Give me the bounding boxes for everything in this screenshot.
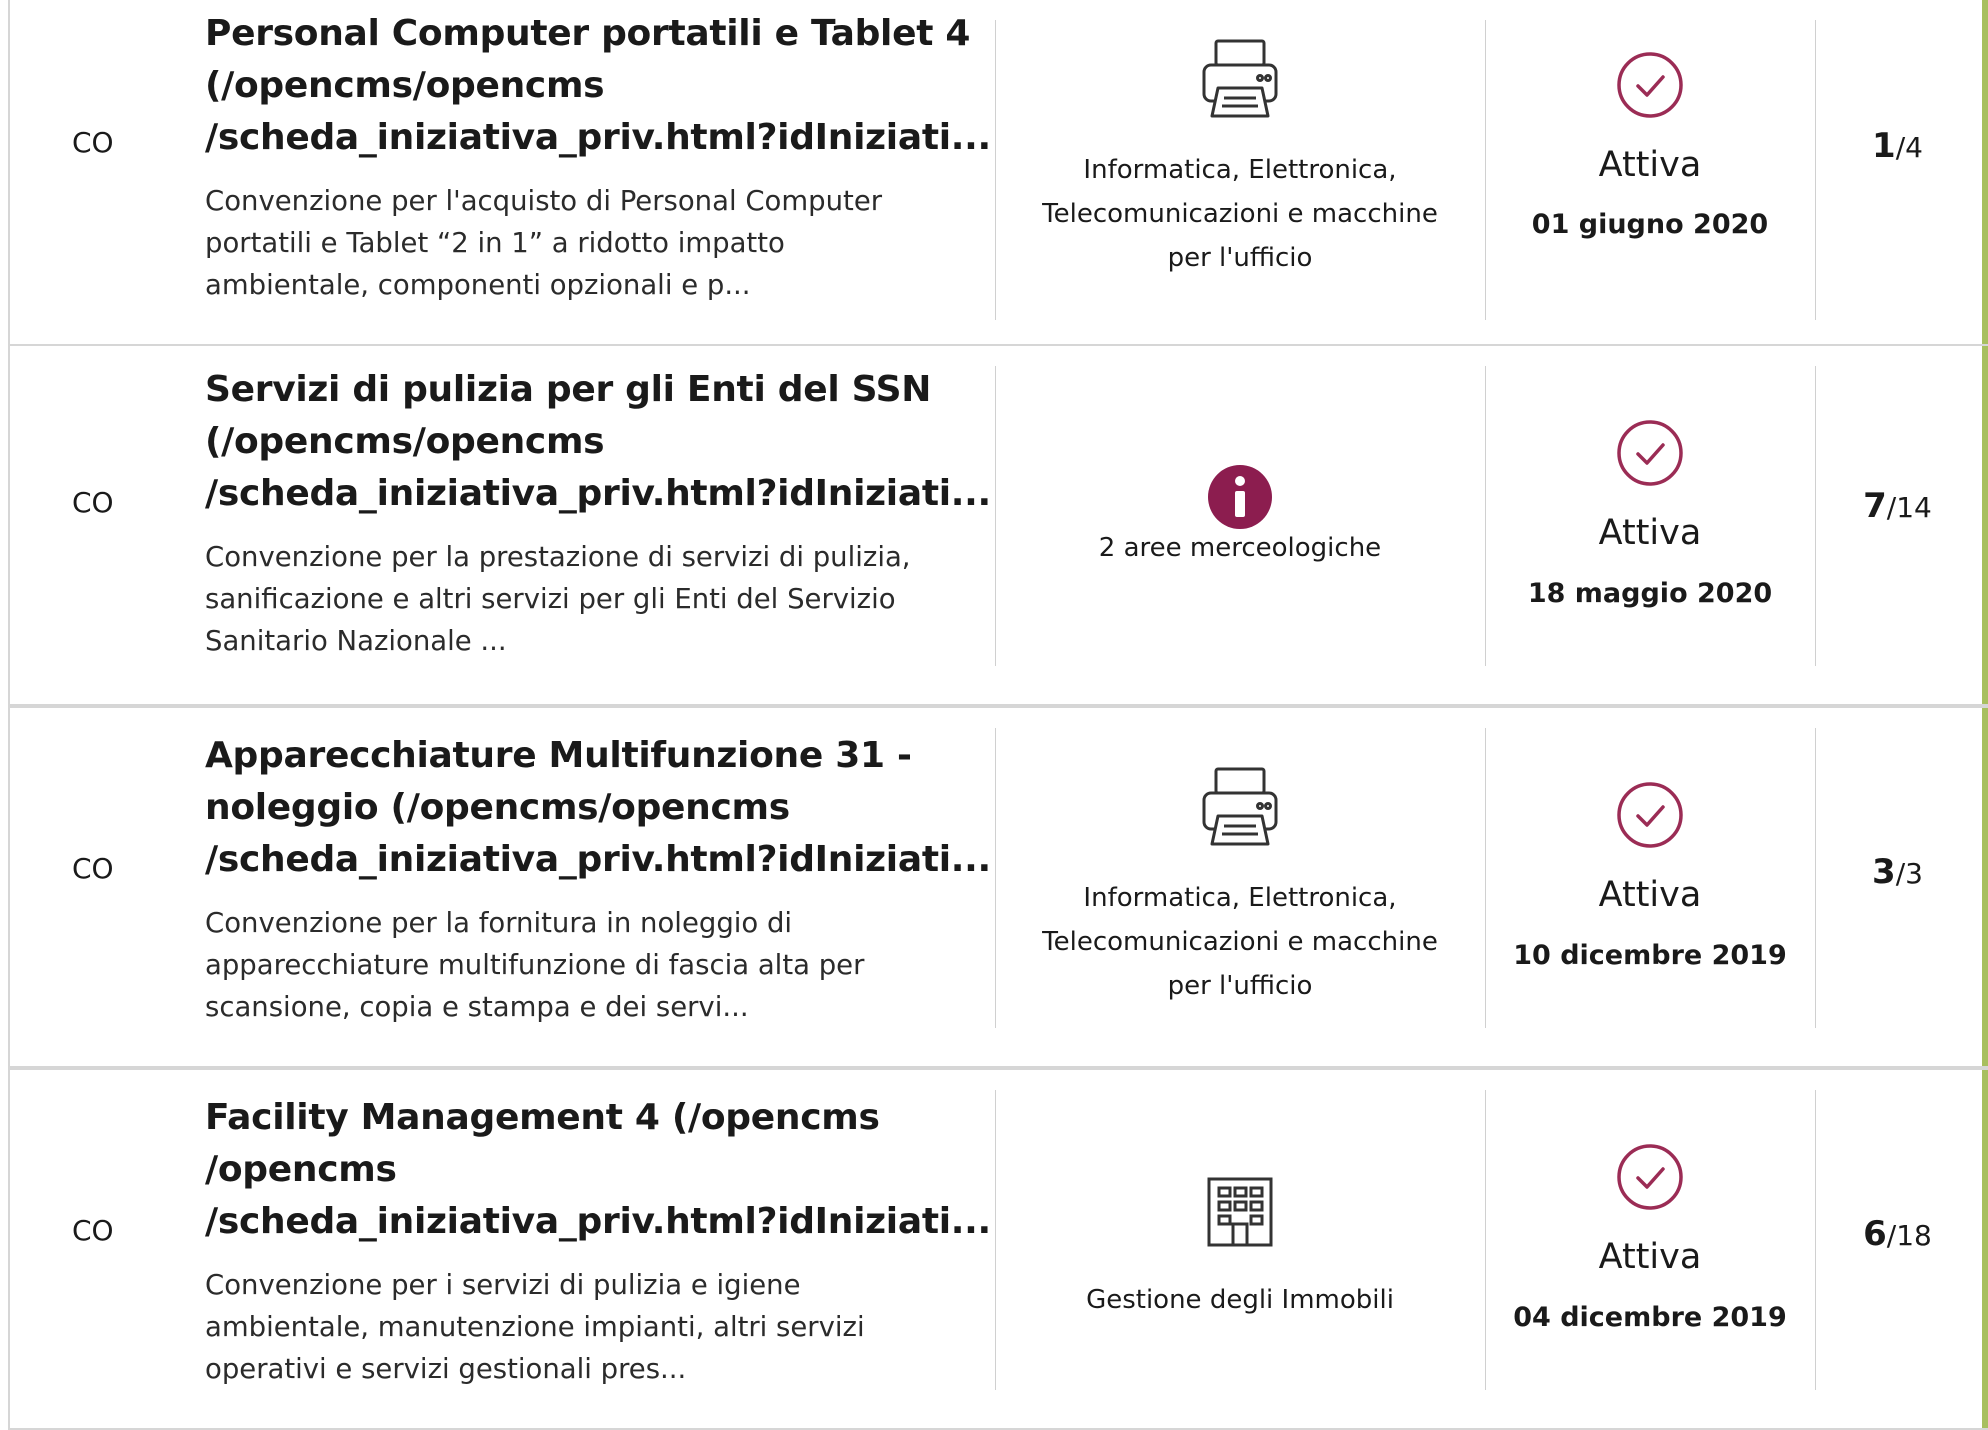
- count-column: 6/18: [1815, 1070, 1980, 1428]
- status-label: Attiva: [1598, 1237, 1702, 1277]
- printer-icon: [1200, 38, 1280, 124]
- count-badge: 6/18: [1815, 1214, 1980, 1256]
- count-total: /4: [1895, 131, 1923, 164]
- initiative-title-link[interactable]: Servizi di pulizia per gli Enti del SSN …: [205, 364, 995, 520]
- initiative-type-code: CO: [72, 1214, 114, 1247]
- count-current: 7: [1863, 486, 1887, 526]
- info-icon: [1207, 464, 1273, 534]
- status-date: 18 maggio 2020: [1527, 578, 1773, 609]
- status-label: Attiva: [1598, 513, 1702, 553]
- count-current: 1: [1872, 126, 1896, 166]
- initiative-description: Convenzione per l'acquisto di Personal C…: [205, 185, 883, 301]
- printer-icon: [1200, 766, 1280, 852]
- count-badge: 3/3: [1815, 852, 1980, 894]
- category-column: 2 aree merceologiche: [995, 346, 1485, 704]
- initiative-card: CO Apparecchiature Multifunzione 31 - no…: [8, 706, 1988, 1068]
- status-label: Attiva: [1598, 875, 1702, 915]
- initiative-type-code: CO: [72, 126, 114, 159]
- count-column: 7/14: [1815, 346, 1980, 704]
- category-label: 2 aree merceologiche: [1098, 533, 1382, 563]
- check-circle-icon: [1615, 50, 1685, 124]
- initiative-title-link[interactable]: Facility Management 4 (/opencms /opencms…: [205, 1092, 995, 1248]
- initiative-card: CO Facility Management 4 (/opencms /open…: [8, 1068, 1988, 1430]
- count-column: 1/4: [1815, 0, 1980, 358]
- initiative-title-link[interactable]: Personal Computer portatili e Tablet 4 (…: [205, 8, 995, 164]
- status-column: Attiva 01 giugno 2020: [1485, 0, 1815, 358]
- initiative-card: CO Servizi di pulizia per gli Enti del S…: [8, 344, 1988, 706]
- building-icon: [1206, 1176, 1274, 1252]
- initiative-description: Convenzione per la prestazione di serviz…: [205, 541, 911, 657]
- initiative-title-link[interactable]: Apparecchiature Multifunzione 31 - noleg…: [205, 730, 995, 886]
- category-label: Gestione degli Immobili: [1086, 1285, 1394, 1315]
- check-circle-icon: [1615, 780, 1685, 854]
- count-current: 6: [1863, 1214, 1887, 1254]
- initiative-card: CO Personal Computer portatili e Tablet …: [8, 0, 1988, 360]
- count-badge: 7/14: [1815, 486, 1980, 528]
- check-circle-icon: [1615, 1142, 1685, 1216]
- category-label: Informatica, Elettronica, Telecomunicazi…: [1042, 155, 1438, 273]
- initiative-type-code: CO: [72, 486, 114, 519]
- status-date: 10 dicembre 2019: [1513, 940, 1787, 971]
- initiative-description: Convenzione per i servizi di pulizia e i…: [205, 1269, 865, 1385]
- count-column: 3/3: [1815, 708, 1980, 1066]
- count-total: /18: [1886, 1219, 1932, 1252]
- count-total: /14: [1886, 491, 1932, 524]
- initiative-description: Convenzione per la fornitura in noleggio…: [205, 907, 865, 1023]
- category-column: Informatica, Elettronica, Telecomunicazi…: [995, 0, 1485, 358]
- category-label: Informatica, Elettronica, Telecomunicazi…: [1042, 883, 1438, 1001]
- category-column: Informatica, Elettronica, Telecomunicazi…: [995, 708, 1485, 1066]
- count-total: /3: [1895, 857, 1923, 890]
- initiative-type-code: CO: [72, 852, 114, 885]
- category-column: Gestione degli Immobili: [995, 1070, 1485, 1428]
- check-circle-icon: [1615, 418, 1685, 492]
- count-badge: 1/4: [1815, 126, 1980, 168]
- status-date: 04 dicembre 2019: [1513, 1302, 1787, 1333]
- status-column: Attiva 10 dicembre 2019: [1485, 708, 1815, 1066]
- status-date: 01 giugno 2020: [1531, 209, 1769, 240]
- status-column: Attiva 18 maggio 2020: [1485, 346, 1815, 704]
- status-label: Attiva: [1598, 145, 1702, 185]
- count-current: 3: [1872, 852, 1896, 892]
- status-column: Attiva 04 dicembre 2019: [1485, 1070, 1815, 1428]
